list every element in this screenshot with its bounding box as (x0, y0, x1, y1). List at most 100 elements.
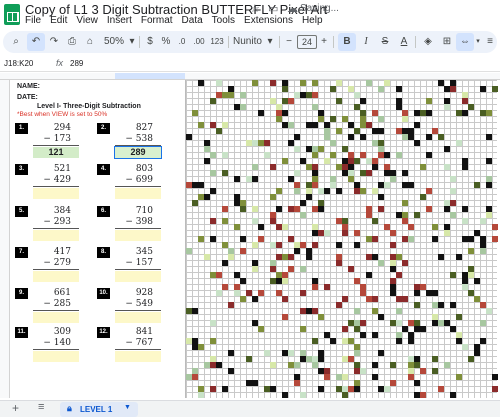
pixel-cell[interactable] (402, 200, 408, 206)
pixel-cell[interactable] (402, 116, 408, 122)
print-icon[interactable]: ⎙ (63, 33, 81, 51)
pixel-cell[interactable] (384, 182, 390, 188)
sheet-tab-level-1[interactable]: 🔒︎ LEVEL 1 ▼ (60, 402, 138, 417)
pixel-cell[interactable] (492, 86, 498, 92)
pixel-cell[interactable] (492, 374, 498, 380)
pixel-cell[interactable] (312, 284, 318, 290)
pixel-cell[interactable] (198, 344, 204, 350)
pixel-cell[interactable] (216, 362, 222, 368)
pixel-cell[interactable] (210, 338, 216, 344)
answer-cell[interactable] (115, 230, 161, 241)
pixel-cell[interactable] (378, 128, 384, 134)
pixel-cell[interactable] (240, 296, 246, 302)
pixel-cell[interactable] (456, 314, 462, 320)
pixel-cell[interactable] (258, 110, 264, 116)
pixel-cell[interactable] (210, 98, 216, 104)
pixel-cell[interactable] (438, 302, 444, 308)
pixel-cell[interactable] (294, 188, 300, 194)
pixel-cell[interactable] (378, 116, 384, 122)
pixel-cell[interactable] (354, 350, 360, 356)
pixel-cell[interactable] (228, 368, 234, 374)
pixel-cell[interactable] (324, 188, 330, 194)
pixel-cell[interactable] (192, 374, 198, 380)
pixel-cell[interactable] (492, 236, 498, 242)
pixel-cell[interactable] (462, 206, 468, 212)
pixel-cell[interactable] (396, 272, 402, 278)
pixel-cell[interactable] (372, 332, 378, 338)
pixel-cell[interactable] (480, 248, 486, 254)
pixel-cell[interactable] (480, 338, 486, 344)
pixel-cell[interactable] (378, 260, 384, 266)
answer-cell[interactable] (115, 312, 161, 323)
pixel-cell[interactable] (264, 152, 270, 158)
pixel-cell[interactable] (198, 182, 204, 188)
pixel-cell[interactable] (258, 326, 264, 332)
pixel-cell[interactable] (222, 122, 228, 128)
pixel-cell[interactable] (360, 368, 366, 374)
pixel-cell[interactable] (300, 80, 306, 86)
zoom-chevron-down-icon[interactable]: ▾ (127, 33, 137, 51)
pixel-cell[interactable] (258, 236, 264, 242)
pixel-cell[interactable] (234, 176, 240, 182)
pixel-cell[interactable] (210, 320, 216, 326)
pixel-cell[interactable] (414, 140, 420, 146)
pixel-cell[interactable] (330, 152, 336, 158)
pixel-cell[interactable] (222, 152, 228, 158)
menu-insert[interactable]: Insert (107, 15, 132, 26)
pixel-cell[interactable] (330, 338, 336, 344)
pixel-cell[interactable] (348, 266, 354, 272)
pixel-cell[interactable] (300, 290, 306, 296)
pixel-cell[interactable] (420, 326, 426, 332)
pixel-cell[interactable] (336, 98, 342, 104)
pixel-cell[interactable] (186, 248, 192, 254)
move-folder-icon[interactable]: ▭ (268, 2, 278, 15)
pixel-cell[interactable] (390, 230, 396, 236)
pixel-cell[interactable] (354, 242, 360, 248)
pixel-art-grid[interactable] (185, 80, 498, 398)
column-header[interactable] (0, 73, 500, 80)
pixel-cell[interactable] (210, 170, 216, 176)
pixel-cell[interactable] (246, 356, 252, 362)
decrease-decimal-button[interactable]: .0 (175, 33, 189, 51)
pixel-cell[interactable] (228, 254, 234, 260)
pixel-cell[interactable] (366, 272, 372, 278)
pixel-cell[interactable] (294, 170, 300, 176)
pixel-cell[interactable] (312, 338, 318, 344)
pixel-cell[interactable] (228, 350, 234, 356)
pixel-cell[interactable] (330, 86, 336, 92)
pixel-cell[interactable] (336, 260, 342, 266)
horizontal-align-icon[interactable]: ≡ (481, 33, 499, 51)
pixel-cell[interactable] (342, 230, 348, 236)
pixel-cell[interactable] (210, 386, 216, 392)
menu-extensions[interactable]: Extensions (244, 15, 293, 26)
all-sheets-icon[interactable]: ≡ (38, 401, 44, 413)
pixel-cell[interactable] (426, 152, 432, 158)
pixel-cell[interactable] (414, 380, 420, 386)
pixel-cell[interactable] (204, 254, 210, 260)
pixel-cell[interactable] (222, 284, 228, 290)
formula-input[interactable]: 289 (70, 59, 83, 68)
pixel-cell[interactable] (222, 206, 228, 212)
pixel-cell[interactable] (372, 236, 378, 242)
pixel-cell[interactable] (450, 86, 456, 92)
pixel-cell[interactable] (444, 104, 450, 110)
pixel-cell[interactable] (198, 392, 204, 398)
pixel-cell[interactable] (408, 236, 414, 242)
pixel-cell[interactable] (486, 110, 492, 116)
pixel-cell[interactable] (384, 80, 390, 86)
pixel-cell[interactable] (408, 182, 414, 188)
pixel-cell[interactable] (402, 260, 408, 266)
pixel-cell[interactable] (474, 278, 480, 284)
pixel-cell[interactable] (312, 152, 318, 158)
pixel-cell[interactable] (360, 320, 366, 326)
pixel-cell[interactable] (216, 272, 222, 278)
pixel-cell[interactable] (420, 194, 426, 200)
pixel-cell[interactable] (480, 86, 486, 92)
pixel-cell[interactable] (270, 80, 276, 86)
pixel-cell[interactable] (480, 320, 486, 326)
pixel-cell[interactable] (486, 182, 492, 188)
pixel-cell[interactable] (462, 164, 468, 170)
pixel-cell[interactable] (318, 206, 324, 212)
pixel-cell[interactable] (324, 374, 330, 380)
pixel-cell[interactable] (468, 104, 474, 110)
